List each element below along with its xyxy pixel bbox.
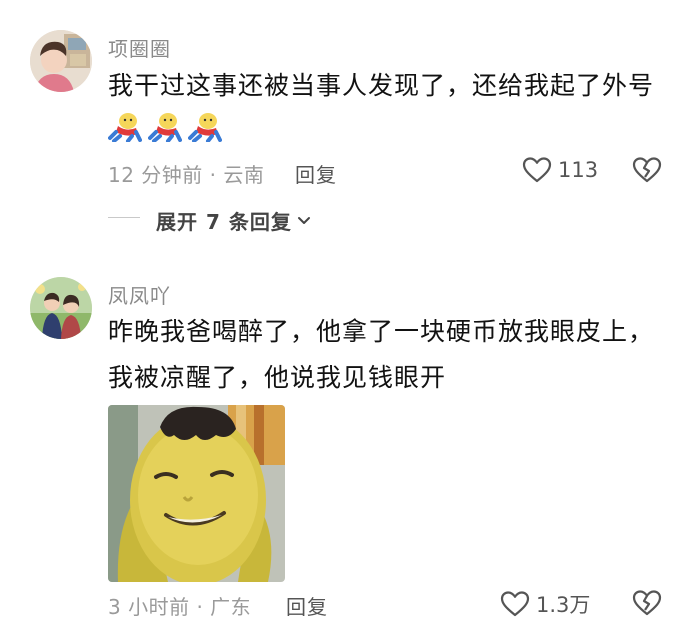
like-button[interactable]: 113 [522,156,598,184]
avatar[interactable] [30,277,92,339]
divider [108,217,140,218]
meta-separator: · [196,595,204,619]
heart-outline-icon [522,157,552,183]
comment-text: 昨晚我爸喝醉了，他拿了一块硬币放我眼皮上， 我被凉醒了，他说我见钱眼开 [108,309,654,401]
broken-heart-icon[interactable] [632,589,662,617]
username[interactable]: 凤凤吖 [108,280,171,309]
running-doll-emoji [148,113,182,142]
heart-outline-icon [500,591,530,617]
username[interactable]: 项圈圈 [108,33,171,62]
broken-heart-icon[interactable] [632,156,662,184]
location: 广东 [210,595,252,619]
timestamp: 12 分钟前 [108,163,203,187]
emoji-row [108,112,222,142]
meta-separator: · [209,163,217,187]
running-doll-emoji [188,113,222,142]
comment-meta: 12 分钟前 · 云南 [108,159,264,188]
comment-meta: 3 小时前 · 广东 [108,591,251,620]
reply-button[interactable]: 回复 [295,159,337,188]
running-doll-emoji [108,113,142,142]
expand-replies-button[interactable]: 展开 7 条回复 [156,206,312,235]
like-count: 1.3万 [536,593,591,617]
comment-text-line: 昨晚我爸喝醉了，他拿了一块硬币放我眼皮上， [108,317,655,346]
chevron-down-icon [297,216,310,224]
timestamp: 3 小时前 [108,595,190,619]
avatar[interactable] [30,30,92,92]
expand-replies-label: 展开 7 条回复 [156,210,292,234]
location: 云南 [223,163,265,187]
reply-button[interactable]: 回复 [286,591,328,620]
comment-text: 我干过这事还被当事人发现了，还给我起了外号 [108,71,655,100]
comment-text-line: 我被凉醒了，他说我见钱眼开 [108,363,447,392]
like-count: 113 [558,158,599,182]
comment-image[interactable] [108,405,285,582]
like-button[interactable]: 1.3万 [500,589,590,619]
